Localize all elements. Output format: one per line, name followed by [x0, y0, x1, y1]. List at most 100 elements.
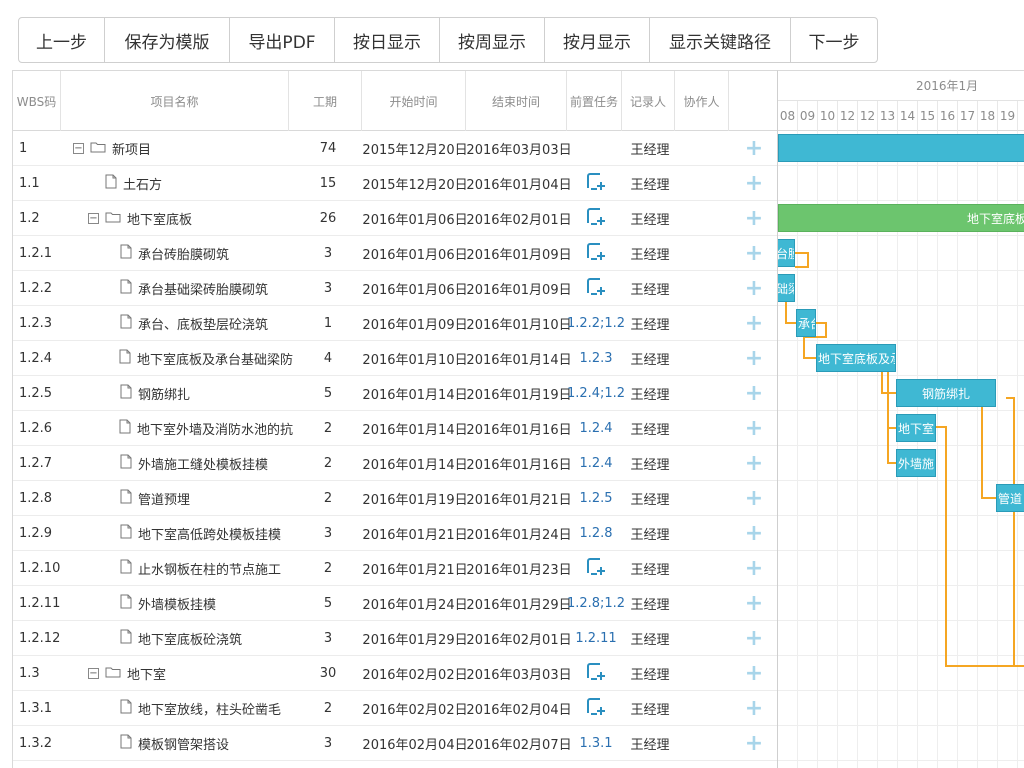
show-by-day-button[interactable]: 按日显示: [335, 18, 440, 62]
predecessor-cell[interactable]: [568, 551, 624, 586]
plus-icon[interactable]: +: [745, 627, 763, 650]
plus-icon[interactable]: +: [745, 277, 763, 300]
add-link-icon[interactable]: [586, 557, 606, 581]
table-row[interactable]: 1.2.6 地下室外墙及消防水池的抗 2 2016年01月14日 2016年01…: [13, 411, 777, 446]
header-predecessor[interactable]: 前置任务: [567, 71, 622, 131]
predecessor-cell[interactable]: 1.2.4: [568, 446, 624, 481]
plus-icon[interactable]: +: [745, 522, 763, 545]
predecessor-cell[interactable]: 1.2.5: [568, 481, 624, 516]
table-row[interactable]: 1.2.2 承台基础梁砖胎膜砌筑 3 2016年01月06日 2016年01月0…: [13, 271, 777, 306]
next-step-button[interactable]: 下一步: [791, 18, 877, 62]
add-row-cell[interactable]: +: [739, 271, 769, 306]
plus-icon[interactable]: +: [745, 557, 763, 580]
add-row-cell[interactable]: +: [739, 201, 769, 236]
add-row-cell[interactable]: +: [739, 551, 769, 586]
gantt-task-bar[interactable]: 外墙施: [896, 449, 936, 477]
add-row-cell[interactable]: +: [739, 236, 769, 271]
predecessor-cell[interactable]: [568, 271, 624, 306]
table-row[interactable]: 1.2.5 钢筋绑扎 5 2016年01月14日 2016年01月19日 1.2…: [13, 376, 777, 411]
predecessor-cell[interactable]: [568, 656, 624, 691]
add-row-cell[interactable]: +: [739, 481, 769, 516]
header-end[interactable]: 结束时间: [466, 71, 567, 131]
add-link-icon[interactable]: [586, 242, 606, 266]
collapse-toggle-icon[interactable]: −: [73, 143, 84, 154]
gantt-task-bar[interactable]: 承台: [796, 309, 816, 337]
plus-icon[interactable]: +: [745, 137, 763, 160]
header-wbs[interactable]: WBS码: [13, 71, 61, 131]
table-row[interactable]: 1.3.1 地下室放线，柱头砼凿毛 2 2016年02月02日 2016年02月…: [13, 691, 777, 726]
gantt-task-bar[interactable]: 地下室底板: [778, 204, 1024, 232]
show-by-week-button[interactable]: 按周显示: [440, 18, 545, 62]
table-row[interactable]: 1.2.9 地下室高低跨处模板挂模 3 2016年01月21日 2016年01月…: [13, 516, 777, 551]
plus-icon[interactable]: +: [745, 242, 763, 265]
plus-icon[interactable]: +: [745, 207, 763, 230]
header-duration[interactable]: 工期: [289, 71, 362, 131]
table-row[interactable]: 1.2.4 地下室底板及承台基础梁防 4 2016年01月10日 2016年01…: [13, 341, 777, 376]
table-row[interactable]: 1.2.12 地下室底板砼浇筑 3 2016年01月29日 2016年02月01…: [13, 621, 777, 656]
predecessor-cell[interactable]: [568, 201, 624, 236]
table-row[interactable]: 1.2.11 外墙模板挂模 5 2016年01月24日 2016年01月29日 …: [13, 586, 777, 621]
plus-icon[interactable]: +: [745, 312, 763, 335]
add-row-cell[interactable]: +: [739, 446, 769, 481]
add-row-cell[interactable]: +: [739, 131, 769, 166]
predecessor-cell[interactable]: 1.2.4;1.2: [568, 376, 624, 411]
table-row[interactable]: 1.3 − 地下室 30 2016年02月02日 2016年03月03日 王经理…: [13, 656, 777, 691]
table-row[interactable]: 1.3.2 模板钢管架搭设 3 2016年02月04日 2016年02月07日 …: [13, 726, 777, 761]
add-row-cell[interactable]: +: [739, 586, 769, 621]
plus-icon[interactable]: +: [745, 592, 763, 615]
predecessor-cell[interactable]: [568, 236, 624, 271]
predecessor-cell[interactable]: [568, 691, 624, 726]
plus-icon[interactable]: +: [745, 487, 763, 510]
table-row[interactable]: 1.1 土石方 15 2015年12月20日 2016年01月04日 王经理 +: [13, 166, 777, 201]
prev-step-button[interactable]: 上一步: [19, 18, 105, 62]
add-link-icon[interactable]: [586, 172, 606, 196]
header-start[interactable]: 开始时间: [362, 71, 466, 131]
plus-icon[interactable]: +: [745, 732, 763, 755]
add-link-icon[interactable]: [586, 697, 606, 721]
show-by-month-button[interactable]: 按月显示: [545, 18, 650, 62]
plus-icon[interactable]: +: [745, 347, 763, 370]
gantt-task-bar[interactable]: 地下室: [896, 414, 936, 442]
header-name[interactable]: 项目名称: [61, 71, 289, 131]
predecessor-cell[interactable]: 1.2.4: [568, 411, 624, 446]
gantt-task-bar[interactable]: 钢筋绑扎: [896, 379, 996, 407]
add-row-cell[interactable]: +: [739, 726, 769, 761]
add-row-cell[interactable]: +: [739, 306, 769, 341]
header-recorder[interactable]: 记录人: [622, 71, 675, 131]
table-row[interactable]: 1.2.10 止水钢板在柱的节点施工 2 2016年01月21日 2016年01…: [13, 551, 777, 586]
export-pdf-button[interactable]: 导出PDF: [230, 18, 335, 62]
table-row[interactable]: 1.2.3 承台、底板垫层砼浇筑 1 2016年01月09日 2016年01月1…: [13, 306, 777, 341]
collapse-toggle-icon[interactable]: −: [88, 668, 99, 679]
header-collaborator[interactable]: 协作人: [675, 71, 729, 131]
table-row[interactable]: 1.2 − 地下室底板 26 2016年01月06日 2016年02月01日 王…: [13, 201, 777, 236]
plus-icon[interactable]: +: [745, 697, 763, 720]
collapse-toggle-icon[interactable]: −: [88, 213, 99, 224]
show-critical-path-button[interactable]: 显示关键路径: [650, 18, 791, 62]
table-row[interactable]: 1.2.1 承台砖胎膜砌筑 3 2016年01月06日 2016年01月09日 …: [13, 236, 777, 271]
gantt-task-bar[interactable]: 础梁: [778, 274, 795, 302]
add-link-icon[interactable]: [586, 207, 606, 231]
table-row[interactable]: 1.2.7 外墙施工缝处模板挂模 2 2016年01月14日 2016年01月1…: [13, 446, 777, 481]
plus-icon[interactable]: +: [745, 417, 763, 440]
predecessor-cell[interactable]: [568, 131, 624, 166]
plus-icon[interactable]: +: [745, 382, 763, 405]
plus-icon[interactable]: +: [745, 172, 763, 195]
plus-icon[interactable]: +: [745, 452, 763, 475]
add-row-cell[interactable]: +: [739, 341, 769, 376]
predecessor-cell[interactable]: [568, 166, 624, 201]
add-row-cell[interactable]: +: [739, 411, 769, 446]
add-row-cell[interactable]: +: [739, 376, 769, 411]
add-row-cell[interactable]: +: [739, 516, 769, 551]
predecessor-cell[interactable]: 1.2.11: [568, 621, 624, 656]
gantt-task-bar[interactable]: [778, 134, 1024, 162]
save-template-button[interactable]: 保存为模版: [105, 18, 230, 62]
table-row[interactable]: 1.2.8 管道预埋 2 2016年01月19日 2016年01月21日 1.2…: [13, 481, 777, 516]
gantt-task-bar[interactable]: 台膜: [778, 239, 795, 267]
gantt-task-bar[interactable]: 管道: [996, 484, 1024, 512]
predecessor-cell[interactable]: 1.2.8;1.2: [568, 586, 624, 621]
plus-icon[interactable]: +: [745, 662, 763, 685]
add-row-cell[interactable]: +: [739, 621, 769, 656]
add-row-cell[interactable]: +: [739, 166, 769, 201]
add-link-icon[interactable]: [586, 662, 606, 686]
add-link-icon[interactable]: [586, 277, 606, 301]
